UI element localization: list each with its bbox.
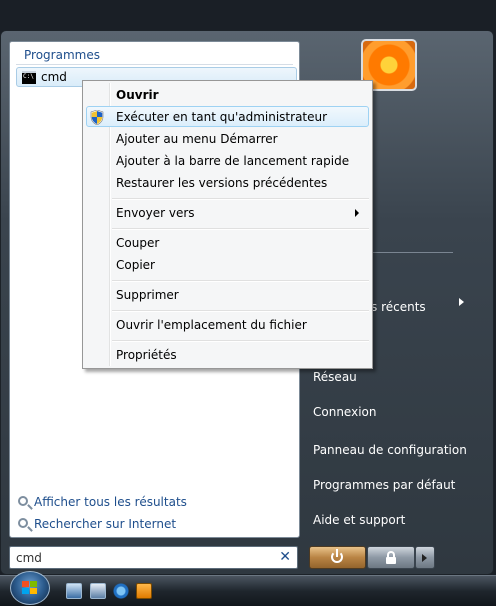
shield-icon — [90, 110, 104, 125]
menu-item-delete[interactable]: Supprimer — [116, 285, 179, 305]
menu-item-cut[interactable]: Couper — [116, 233, 159, 253]
chevron-right-icon — [422, 554, 427, 562]
right-item-control-panel[interactable]: Panneau de configuration — [313, 443, 467, 457]
right-item-connect[interactable]: Connexion — [313, 405, 377, 419]
menu-separator — [112, 228, 369, 230]
start-button[interactable] — [10, 571, 50, 605]
right-item-network[interactable]: Réseau — [313, 370, 357, 384]
chevron-right-icon — [355, 209, 359, 217]
chevron-right-icon — [459, 298, 464, 306]
menu-separator — [112, 310, 369, 312]
context-menu: Ouvrir Exécuter en tant qu'administrateu… — [82, 80, 373, 369]
search-icon — [18, 517, 28, 528]
show-all-results-label: Afficher tous les résultats — [34, 495, 187, 509]
clear-search-icon[interactable]: ✕ — [279, 549, 291, 565]
show-desktop-icon[interactable] — [66, 583, 82, 599]
menu-item-properties[interactable]: Propriétés — [116, 345, 177, 365]
program-item-label: cmd — [41, 70, 67, 84]
programs-header: Programmes — [24, 48, 100, 62]
windows-logo-icon — [22, 581, 38, 595]
menu-item-pin-quicklaunch[interactable]: Ajouter à la barre de lancement rapide — [116, 151, 349, 171]
menu-separator — [112, 340, 369, 342]
menu-item-copy[interactable]: Copier — [116, 255, 155, 275]
menu-item-open[interactable]: Ouvrir — [116, 85, 159, 105]
menu-item-send-to[interactable]: Envoyer vers — [116, 203, 195, 223]
right-item-help[interactable]: Aide et support — [313, 513, 405, 527]
search-internet-label: Rechercher sur Internet — [34, 517, 177, 531]
recent-items-link[interactable]: s récents — [371, 300, 426, 314]
menu-item-open-location[interactable]: Ouvrir l'emplacement du fichier — [116, 315, 307, 335]
right-item-default-programs[interactable]: Programmes par défaut — [313, 478, 455, 492]
menu-separator — [112, 280, 369, 282]
menu-item-restore-versions[interactable]: Restaurer les versions précédentes — [116, 173, 327, 193]
search-icon — [18, 495, 28, 506]
menu-item-run-as-admin[interactable]: Exécuter en tant qu'administrateur — [116, 107, 327, 127]
shutdown-options-button[interactable] — [415, 546, 435, 569]
menu-item-pin-start[interactable]: Ajouter au menu Démarrer — [116, 129, 278, 149]
media-player-icon[interactable] — [136, 583, 152, 599]
search-input-value: cmd — [16, 551, 42, 565]
programs-divider — [16, 64, 293, 65]
power-button[interactable] — [309, 546, 366, 569]
lock-button[interactable] — [367, 546, 415, 569]
switch-windows-icon[interactable] — [90, 583, 106, 599]
search-internet-link[interactable]: Rechercher sur Internet — [18, 515, 176, 533]
menu-separator — [112, 198, 369, 200]
search-input[interactable]: cmd ✕ — [9, 546, 298, 569]
cmd-icon: C:\ — [22, 71, 36, 84]
show-all-results-link[interactable]: Afficher tous les résultats — [18, 493, 187, 511]
internet-explorer-icon[interactable] — [113, 583, 129, 599]
